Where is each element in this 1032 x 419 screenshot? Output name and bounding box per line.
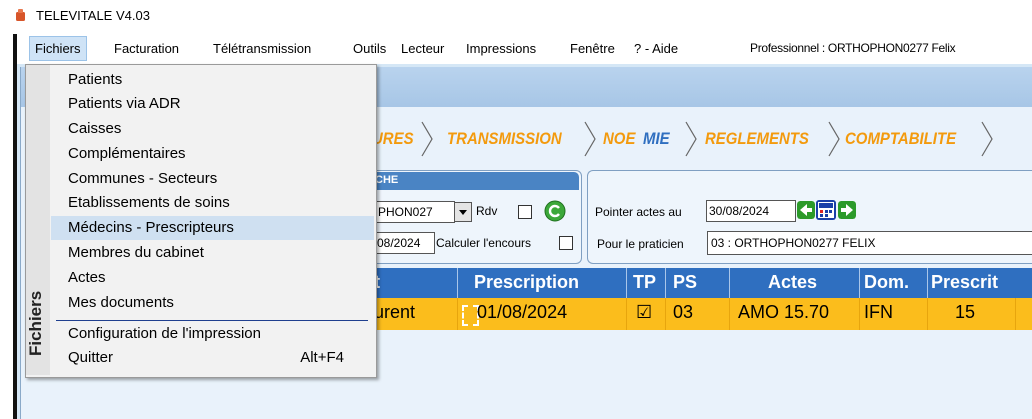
tab-comptabilite[interactable]: COMPTABILITE (845, 122, 985, 156)
menu-item-patients-adr[interactable]: Patients via ADR (51, 92, 374, 116)
chevron-right-icon (584, 121, 596, 157)
date-field[interactable]: 08/2024 (375, 232, 435, 254)
practitioner-select[interactable]: PHON027 (375, 201, 455, 223)
col-prescription-header[interactable]: Prescription (474, 272, 579, 293)
menu-item-configuration-impression[interactable]: Configuration de l'impression (51, 322, 374, 346)
practitioner-label: Pour le praticien (597, 237, 684, 251)
encours-label: Calculer l'encours (436, 236, 531, 250)
tab-noemie[interactable]: NOE MIE (603, 122, 693, 156)
arrow-left-icon[interactable] (797, 201, 815, 219)
menu-item-communes-secteurs[interactable]: Communes - Secteurs (51, 167, 374, 191)
chevron-right-icon (421, 121, 433, 157)
menu-item-patients[interactable]: Patients (51, 68, 374, 92)
col-prescrit-header[interactable]: Prescrit (931, 272, 998, 293)
cell-prescription: 01/08/2024 (477, 302, 568, 322)
menu-side-band-label: Fichiers (26, 290, 45, 356)
column-divider (626, 268, 627, 298)
col-tp-header[interactable]: TP (633, 272, 656, 293)
pointer-date-field[interactable]: 30/08/2024 (706, 200, 796, 222)
menu-fenetre[interactable]: Fenêtre (570, 41, 615, 56)
column-divider (729, 298, 730, 330)
app-title: TELEVITALE V4.03 (36, 8, 150, 23)
cell-ps: 03 (673, 302, 694, 322)
menu-item-complementaires[interactable]: Complémentaires (51, 142, 374, 166)
rdv-checkbox[interactable] (518, 205, 532, 219)
column-divider (626, 298, 627, 330)
column-divider (859, 298, 860, 330)
chevron-right-icon (828, 121, 840, 157)
encours-checkbox[interactable] (559, 236, 573, 250)
cell-tp-checkbox[interactable]: ☑ (636, 302, 652, 323)
menu-outils[interactable]: Outils (353, 41, 386, 56)
column-divider (1015, 298, 1016, 330)
column-divider (729, 268, 730, 298)
rdv-label: Rdv (476, 204, 498, 218)
tab-reglements[interactable]: REGLEMENTS (705, 122, 835, 156)
menu-item-quitter[interactable]: Quitter Alt+F4 (51, 346, 374, 370)
menu-item-mes-documents[interactable]: Mes documents (51, 291, 374, 315)
menu-item-caisses[interactable]: Caisses (51, 117, 374, 141)
menu-item-actes[interactable]: Actes (51, 266, 374, 290)
column-divider (665, 268, 666, 298)
menu-teletransmission[interactable]: Télétransmission (213, 41, 311, 56)
column-divider (859, 268, 860, 298)
window-left-margin (0, 34, 13, 419)
chevron-down-icon (459, 210, 467, 215)
menu-lecteur[interactable]: Lecteur (401, 41, 444, 56)
chevron-right-icon (685, 121, 697, 157)
column-divider (457, 298, 458, 330)
menu-item-etablissements[interactable]: Etablissements de soins (51, 191, 374, 215)
cell-prescrit: 15 (955, 302, 976, 322)
cell-dom: IFN (864, 302, 893, 322)
column-divider (457, 268, 458, 298)
refresh-icon[interactable] (544, 200, 566, 222)
dropdown-button[interactable] (454, 202, 472, 222)
app-logo-icon (16, 9, 25, 21)
calendar-icon[interactable] (816, 200, 836, 220)
col-ps-header[interactable]: PS (673, 272, 697, 293)
tab-transmission[interactable]: TRANSMISSION (447, 122, 587, 156)
cell-actes: AMO 15.70 (738, 302, 830, 322)
menu-item-membres-cabinet[interactable]: Membres du cabinet (51, 241, 374, 265)
menu-impressions[interactable]: Impressions (466, 41, 536, 56)
col-dom-header[interactable]: Dom. (864, 272, 909, 293)
shortcut-label: Alt+F4 (300, 349, 344, 366)
arrow-right-icon[interactable] (838, 201, 856, 219)
menu-separator (56, 320, 368, 321)
column-divider (665, 298, 666, 330)
title-bar: TELEVITALE V4.03 (0, 0, 1032, 34)
practitioner-field[interactable]: 03 : ORTHOPHON0277 FELIX (707, 231, 1032, 255)
cell-patient: urent (374, 302, 416, 322)
pointer-label: Pointer actes au (595, 205, 682, 219)
chevron-right-icon (981, 121, 993, 157)
professional-label: Professionnel : ORTHOPHON0277 Felix (750, 41, 956, 55)
menu-aide[interactable]: ? - Aide (634, 41, 678, 56)
menu-item-medecins-prescripteurs[interactable]: Médecins - Prescripteurs (51, 216, 374, 240)
column-divider (927, 298, 928, 330)
col-actes-header[interactable]: Actes (768, 272, 817, 293)
menu-facturation[interactable]: Facturation (114, 41, 179, 56)
column-divider (927, 268, 928, 298)
